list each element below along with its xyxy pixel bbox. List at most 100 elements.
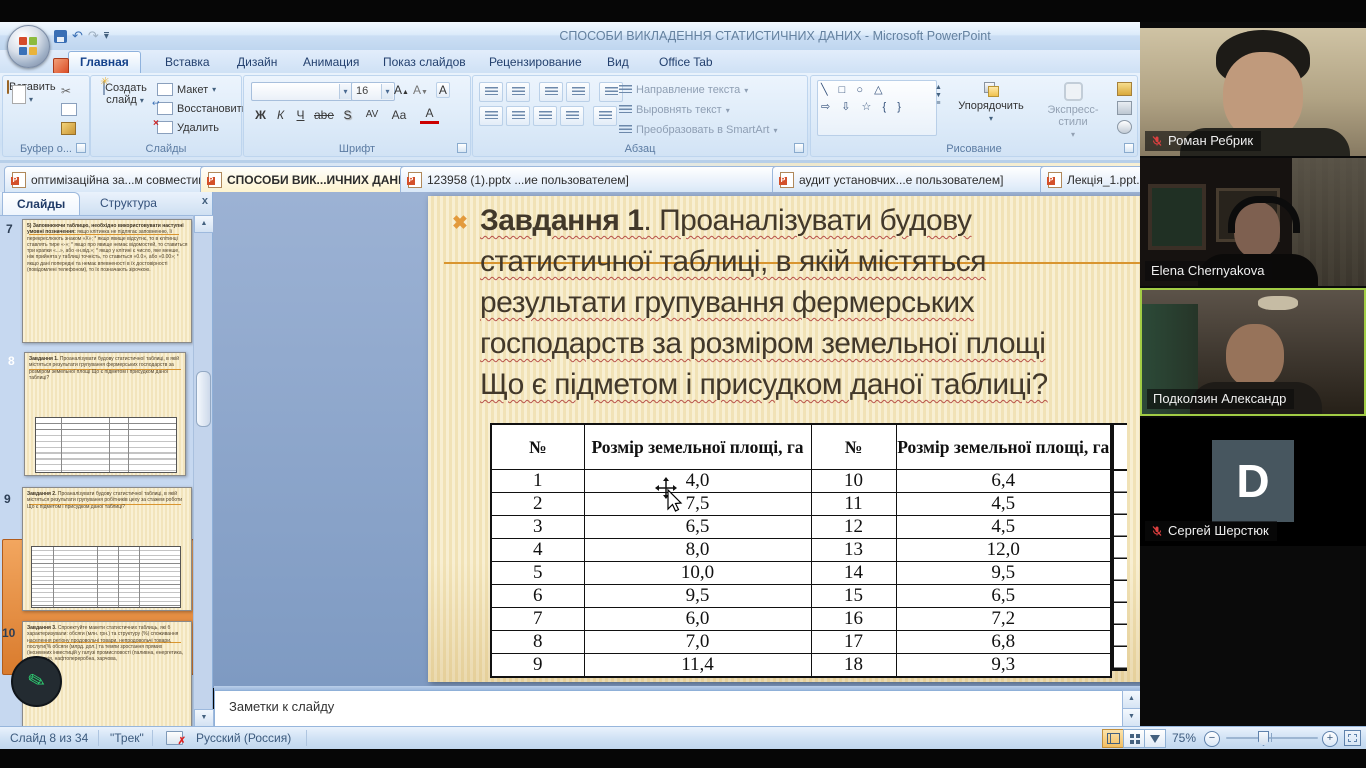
office-button[interactable]	[7, 25, 50, 68]
zoom-slider-thumb[interactable]	[1258, 731, 1269, 746]
font-name-combo[interactable]: ▾	[251, 82, 353, 101]
decrease-indent-button[interactable]	[539, 82, 563, 102]
shapes-scroll[interactable]: ▲ ▼ ≡	[935, 84, 942, 107]
text-direction-button[interactable]: Направление текста ▾	[619, 84, 748, 96]
tab-slides-thumbnails[interactable]: Слайды	[2, 192, 80, 215]
office-tab-addin-icon[interactable]	[53, 58, 69, 74]
tab-slideshow[interactable]: Показ слайдов	[372, 52, 477, 73]
tab-design[interactable]: Дизайн	[226, 52, 288, 73]
annotation-tool-bubble[interactable]: ✎	[11, 656, 62, 707]
notes-pane[interactable]: Заметки к слайду	[214, 690, 1124, 727]
font-color-button[interactable]: А	[420, 106, 439, 124]
zoom-level[interactable]: 75%	[1172, 731, 1196, 745]
zoom-in-button[interactable]: +	[1322, 731, 1338, 747]
increase-indent-button[interactable]	[566, 82, 590, 102]
reset-button[interactable]: Восстановить	[157, 102, 247, 115]
zoom-slider-track[interactable]	[1226, 737, 1318, 739]
tab-home[interactable]: Главная	[68, 51, 141, 73]
shape-outline-button[interactable]	[1117, 101, 1132, 115]
tab-outline[interactable]: Структура	[86, 192, 171, 214]
slide-thumbnail-9[interactable]: Завдання 2. Проаналізувати будову статис…	[22, 487, 192, 611]
customize-qat-icon[interactable]: ▾	[104, 32, 109, 41]
undo-icon[interactable]: ↶	[72, 29, 83, 43]
quick-styles-button[interactable]: Экспресс-стили ▾	[1033, 82, 1113, 141]
clipboard-dialog-launcher-icon[interactable]	[76, 143, 86, 153]
scroll-down-button[interactable]: ▼	[194, 709, 214, 727]
fit-to-window-button[interactable]	[1344, 730, 1361, 746]
align-center-button[interactable]	[506, 106, 530, 126]
scroll-up-button[interactable]: ▲	[194, 215, 214, 233]
next-slide-button[interactable]: ▼	[1122, 708, 1141, 727]
doc-tab-5[interactable]: P Лекція_1.ppt...	[1040, 166, 1154, 192]
slides-panel-scrollbar[interactable]: ▲ ▼	[193, 215, 212, 726]
slides-panel-close-icon[interactable]: x	[202, 195, 208, 207]
layout-button[interactable]: Макет ▾	[157, 83, 216, 96]
normal-view-button[interactable]	[1102, 729, 1124, 748]
text-shadow-button[interactable]: S	[338, 106, 357, 124]
slideshow-button[interactable]	[1144, 729, 1166, 748]
align-text-button[interactable]: Выровнять текст ▾	[619, 104, 730, 116]
current-slide[interactable]: ✖ Завдання 1. Проаналізувати будову стат…	[428, 196, 1210, 682]
doc-tab-1[interactable]: P оптимізаційна за...м совместимости]	[4, 166, 212, 192]
pen-icon: ✎	[25, 667, 48, 696]
participant-tile-speaking[interactable]: Подколзин Александр	[1140, 288, 1366, 416]
numbering-button[interactable]	[506, 82, 530, 102]
drawing-dialog-launcher-icon[interactable]	[1124, 143, 1134, 153]
shapes-scroll-up-icon[interactable]: ▲	[935, 84, 942, 91]
shapes-scroll-down-icon[interactable]: ▼	[935, 92, 942, 99]
shapes-gallery[interactable]: ╲ □ ○ △ ⇨ ⇩ ☆ { }	[817, 80, 937, 136]
tab-insert[interactable]: Вставка	[154, 52, 221, 73]
strikethrough-button[interactable]: abe	[311, 106, 337, 124]
slide-data-table[interactable]: № Розмір земельної площі, га № Розмір зе…	[490, 423, 1112, 678]
doc-tab-4[interactable]: P аудит установчих...е пользователем]	[772, 166, 1052, 192]
tab-view[interactable]: Вид	[596, 52, 640, 73]
tab-office-tab[interactable]: Office Tab	[648, 52, 724, 73]
character-spacing-button[interactable]: AV	[358, 106, 386, 124]
font-size-combo[interactable]: 16 ▾	[351, 82, 395, 101]
bold-button[interactable]: Ж	[251, 106, 270, 124]
zoom-out-button[interactable]: −	[1204, 731, 1220, 747]
save-icon[interactable]	[54, 30, 67, 43]
participant-tile[interactable]: D Сергей Шерстюк	[1140, 418, 1366, 546]
spellcheck-icon[interactable]: ✗	[166, 731, 183, 745]
smartart-button[interactable]: Преобразовать в SmartArt ▾	[619, 124, 777, 136]
participant-tile[interactable]: Elena Chernyakova	[1140, 158, 1366, 286]
slide-title-text[interactable]: Завдання 1. Проаналізувати будову статис…	[480, 200, 1150, 405]
clear-formatting-button[interactable]: А	[436, 82, 450, 98]
shape-fill-button[interactable]	[1117, 82, 1132, 96]
doc-tab-3[interactable]: P 123958 (1).pptx ...ие пользователем]	[400, 166, 784, 192]
participant-tile[interactable]: Роман Ребрик	[1140, 28, 1366, 156]
scrollbar-thumb[interactable]	[196, 371, 211, 427]
shapes-more-icon[interactable]: ≡	[936, 100, 940, 107]
language-indicator[interactable]: Русский (Россия)	[196, 731, 291, 745]
scissors-icon: ✂	[61, 84, 71, 98]
justify-button[interactable]	[560, 106, 584, 126]
previous-slide-button[interactable]: ▲	[1122, 690, 1141, 709]
tab-animation[interactable]: Анимация	[292, 52, 370, 73]
cut-button[interactable]: ✂	[61, 84, 71, 98]
columns-button[interactable]	[593, 106, 617, 126]
align-right-button[interactable]	[533, 106, 557, 126]
bullets-button[interactable]	[479, 82, 503, 102]
new-slide-button[interactable]: ✳ Создать слайд ▾	[97, 82, 153, 107]
shape-effects-button[interactable]	[1117, 120, 1132, 134]
change-case-button[interactable]: Aa	[387, 106, 411, 124]
slide-sorter-button[interactable]	[1123, 729, 1145, 748]
italic-button[interactable]: К	[271, 106, 290, 124]
paragraph-dialog-launcher-icon[interactable]	[794, 143, 804, 153]
doc-tab-2-active[interactable]: P СПОСОБИ ВИК...ИЧНИХ ДАНИХ x	[200, 166, 412, 192]
tab-review[interactable]: Рецензирование	[478, 52, 593, 73]
slide-thumbnail-7[interactable]: 5) Заповнюючи таблицю, необхідно викорис…	[22, 219, 192, 343]
delete-slide-button[interactable]: Удалить	[157, 121, 219, 134]
font-dialog-launcher-icon[interactable]	[457, 143, 467, 153]
align-left-button[interactable]	[479, 106, 503, 126]
grow-font-button[interactable]: А▲	[394, 83, 409, 97]
format-painter-button[interactable]	[61, 122, 76, 135]
slide-thumbnail-8[interactable]: Завдання 1. Проаналізувати будову статис…	[24, 352, 186, 476]
shrink-font-button[interactable]: А▼	[413, 83, 428, 97]
redo-icon[interactable]: ↷	[88, 29, 99, 43]
arrange-button[interactable]: Упорядочить ▾	[953, 82, 1029, 125]
copy-button[interactable]	[61, 103, 77, 116]
paste-button[interactable]: Вставить ▾	[7, 81, 55, 106]
underline-button[interactable]: Ч	[291, 106, 310, 124]
